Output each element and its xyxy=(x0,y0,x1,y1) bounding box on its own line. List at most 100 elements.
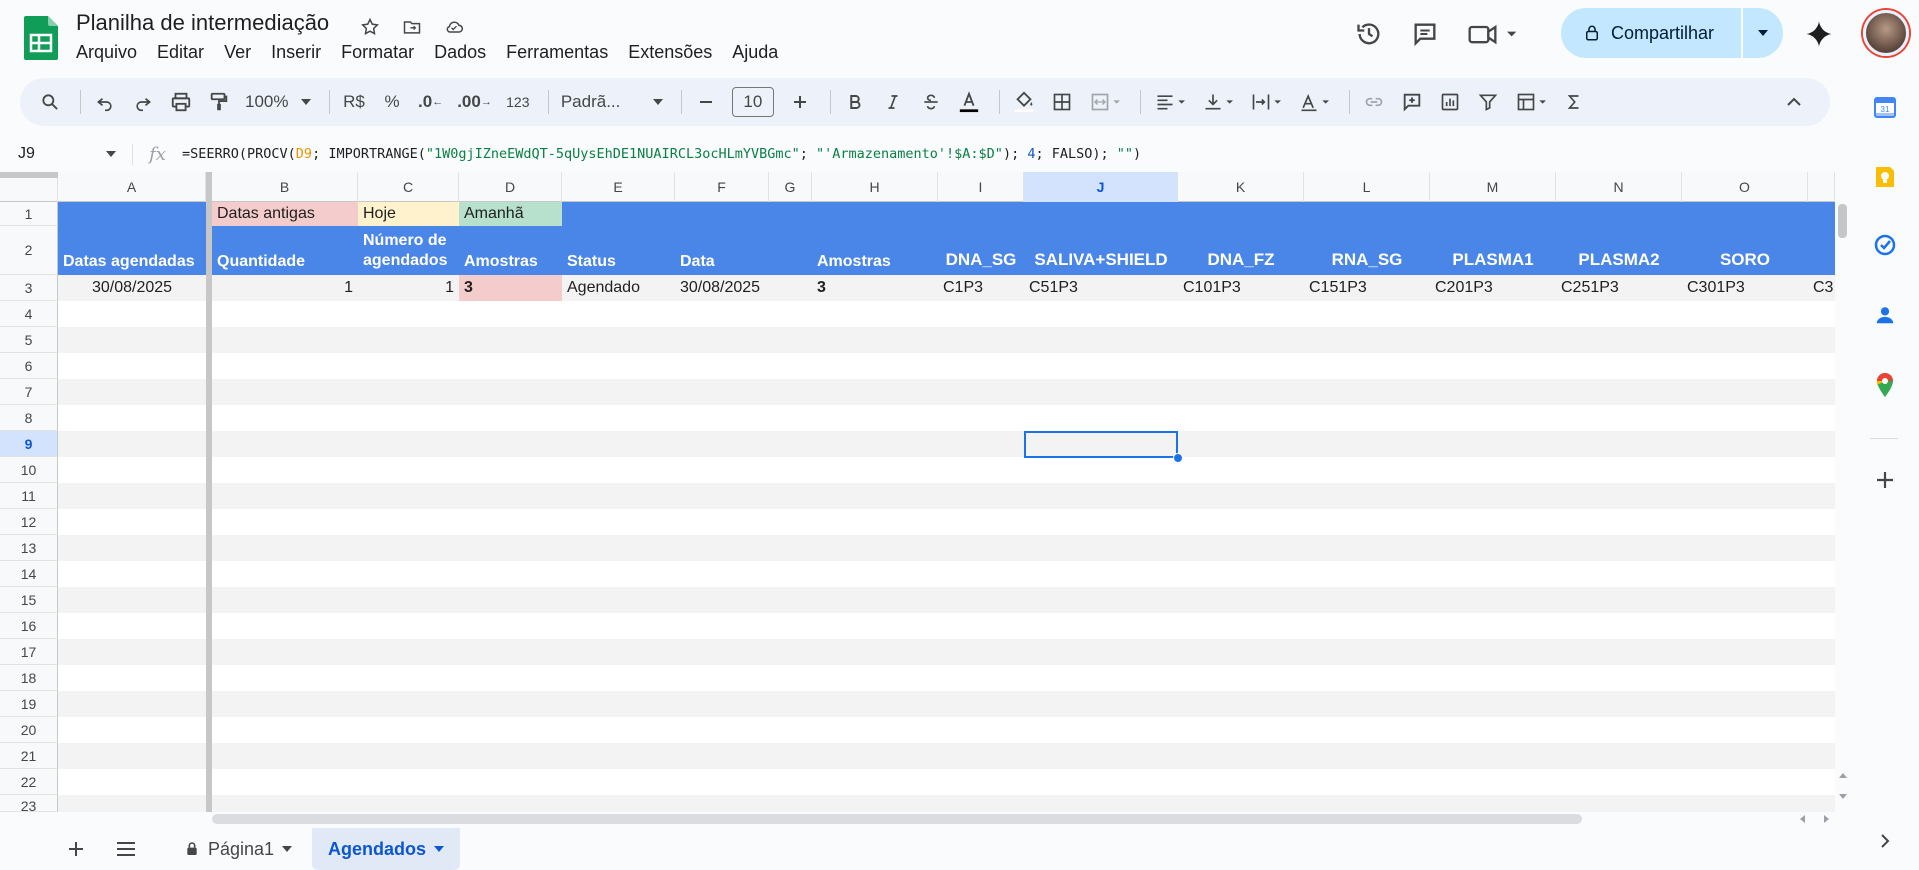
cell-n3[interactable]: C251P3 xyxy=(1556,275,1682,301)
text-color-icon[interactable] xyxy=(953,84,985,120)
column-header-b[interactable]: B xyxy=(212,172,358,202)
row-header-21[interactable]: 21 xyxy=(0,743,58,769)
collapse-toolbar-icon[interactable] xyxy=(1778,84,1810,120)
header-quantidade[interactable]: Quantidade xyxy=(212,226,358,275)
document-title[interactable]: Planilha de intermediação xyxy=(76,10,329,36)
print-icon[interactable] xyxy=(165,84,197,120)
column-header-p[interactable] xyxy=(1808,172,1835,202)
row-header-1[interactable]: 1 xyxy=(0,202,58,226)
cell-p3[interactable]: C3 xyxy=(1808,275,1835,301)
search-icon[interactable] xyxy=(34,84,66,120)
column-header-l[interactable]: L xyxy=(1304,172,1430,202)
version-history-icon[interactable] xyxy=(1349,14,1389,54)
add-sheet-icon[interactable] xyxy=(58,834,94,864)
column-header-g[interactable]: G xyxy=(769,172,812,202)
header-plasma2[interactable]: PLASMA2 xyxy=(1556,226,1682,275)
column-header-n[interactable]: N xyxy=(1556,172,1682,202)
freeze-row-divider[interactable] xyxy=(0,172,58,178)
legend-today[interactable]: Hoje xyxy=(358,202,459,226)
horizontal-align-icon[interactable] xyxy=(1149,84,1191,120)
share-button[interactable]: Compartilhar xyxy=(1561,8,1741,58)
row-header-19[interactable]: 19 xyxy=(0,691,58,717)
text-wrapping-icon[interactable] xyxy=(1245,84,1287,120)
cell-d3[interactable]: 3 xyxy=(459,275,562,301)
insert-link-icon[interactable] xyxy=(1358,84,1390,120)
table-view-icon[interactable] xyxy=(1510,84,1552,120)
row-header-18[interactable]: 18 xyxy=(0,665,58,691)
undo-icon[interactable] xyxy=(89,84,121,120)
row-header-16[interactable]: 16 xyxy=(0,613,58,639)
menu-extensoes[interactable]: Extensões xyxy=(618,42,722,63)
column-header-h[interactable]: H xyxy=(812,172,938,202)
column-header-i[interactable]: I xyxy=(938,172,1024,202)
cell-f3[interactable]: 30/08/2025 xyxy=(675,275,812,301)
row-header-20[interactable]: 20 xyxy=(0,717,58,743)
plus-icon[interactable] xyxy=(1870,465,1900,495)
header-saliva-shield[interactable]: SALIVA+SHIELD xyxy=(1024,226,1178,275)
menu-formatar[interactable]: Formatar xyxy=(331,42,424,63)
comments-icon[interactable] xyxy=(1405,14,1445,54)
vertical-scrollbar[interactable] xyxy=(1836,202,1850,802)
avatar[interactable] xyxy=(1863,10,1909,56)
calendar-icon[interactable]: 31 xyxy=(1870,92,1900,122)
increase-decimal-button[interactable]: .00 → xyxy=(453,84,496,120)
column-header-m[interactable]: M xyxy=(1430,172,1556,202)
cell-b3[interactable]: 1 xyxy=(212,275,358,301)
chevron-right-icon[interactable] xyxy=(1870,826,1900,856)
menu-ver[interactable]: Ver xyxy=(214,42,261,63)
paint-format-icon[interactable] xyxy=(203,84,235,120)
row-header-6[interactable]: 6 xyxy=(0,353,58,379)
column-header-d[interactable]: D xyxy=(459,172,562,202)
row-header-9[interactable]: 9 xyxy=(0,431,58,457)
freeze-column-divider[interactable] xyxy=(206,172,212,812)
menu-ajuda[interactable]: Ajuda xyxy=(722,42,788,63)
menu-arquivo[interactable]: Arquivo xyxy=(66,42,147,63)
font-size-input[interactable]: 10 xyxy=(728,84,778,120)
currency-format-button[interactable]: R$ xyxy=(338,84,370,120)
strikethrough-icon[interactable] xyxy=(915,84,947,120)
name-box[interactable]: J9 xyxy=(0,145,124,163)
row-header-12[interactable]: 12 xyxy=(0,509,58,535)
all-sheets-menu-icon[interactable] xyxy=(108,834,144,864)
minus-icon[interactable] xyxy=(690,84,722,120)
fill-color-icon[interactable] xyxy=(1008,84,1040,120)
row-header-4[interactable]: 4 xyxy=(0,301,58,327)
decrease-decimal-button[interactable]: .0 ← xyxy=(414,84,447,120)
header-dna-sg[interactable]: DNA_SG xyxy=(938,226,1024,275)
row-header-7[interactable]: 7 xyxy=(0,379,58,405)
tab-pagina1[interactable]: Página1 xyxy=(168,828,308,870)
horizontal-scrollbar[interactable] xyxy=(212,812,1842,826)
menu-ferramentas[interactable]: Ferramentas xyxy=(496,42,618,63)
move-folder-icon[interactable] xyxy=(398,13,426,41)
share-dropdown-button[interactable] xyxy=(1743,8,1783,58)
cell-a3[interactable]: 30/08/2025 xyxy=(58,275,206,301)
bold-icon[interactable] xyxy=(839,84,871,120)
column-header-e[interactable]: E xyxy=(562,172,675,202)
cell-m3[interactable]: C201P3 xyxy=(1430,275,1556,301)
row-header-8[interactable]: 8 xyxy=(0,405,58,431)
row-header-2[interactable]: 2 xyxy=(0,226,58,275)
cell-j3[interactable]: C51P3 xyxy=(1024,275,1178,301)
meet-video-icon[interactable] xyxy=(1463,14,1523,54)
legend-old-dates[interactable]: Datas antigas xyxy=(212,202,358,226)
menu-dados[interactable]: Dados xyxy=(424,42,496,63)
functions-sigma-icon[interactable] xyxy=(1558,84,1590,120)
column-header-k[interactable]: K xyxy=(1178,172,1304,202)
header-plasma1[interactable]: PLASMA1 xyxy=(1430,226,1556,275)
insert-chart-icon[interactable] xyxy=(1434,84,1466,120)
header-soro[interactable]: SORO xyxy=(1682,226,1808,275)
column-header-j[interactable]: J xyxy=(1024,172,1178,202)
sheets-logo-icon[interactable] xyxy=(24,16,58,60)
header-amostras[interactable]: Amostras xyxy=(459,226,562,275)
row-header-13[interactable]: 13 xyxy=(0,535,58,561)
row-header-3[interactable]: 3 xyxy=(0,275,58,301)
percent-format-button[interactable]: % xyxy=(376,84,408,120)
tab-agendados[interactable]: Agendados xyxy=(312,828,461,870)
more-formats-button[interactable]: 123 xyxy=(502,84,534,120)
cell-e3[interactable]: Agendado xyxy=(562,275,675,301)
row-header-22[interactable]: 22 xyxy=(0,769,58,795)
borders-icon[interactable] xyxy=(1046,84,1078,120)
header-datas-agendadas[interactable]: Datas agendadas xyxy=(58,226,206,275)
cell-h3[interactable]: 3 xyxy=(812,275,938,301)
row-header-10[interactable]: 10 xyxy=(0,457,58,483)
